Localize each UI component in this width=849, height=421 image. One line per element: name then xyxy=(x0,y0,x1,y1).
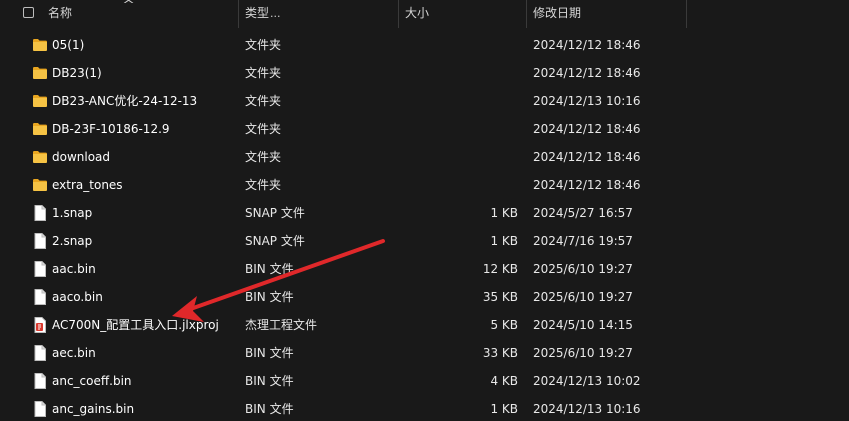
file-date-modified: 2024/12/12 18:46 xyxy=(533,178,641,192)
file-icon xyxy=(33,345,47,364)
file-type: BIN 文件 xyxy=(245,374,294,388)
file-name: AC700N_配置工具入口.jlxproj xyxy=(52,318,219,332)
file-icon xyxy=(33,261,47,280)
file-date-modified: 2024/12/13 10:02 xyxy=(533,374,641,388)
file-name: 1.snap xyxy=(52,206,93,220)
file-date-modified: 2024/5/27 16:57 xyxy=(533,206,633,220)
file-date-modified: 2024/12/12 18:46 xyxy=(533,122,641,136)
select-all-checkbox[interactable] xyxy=(23,7,34,18)
file-icon xyxy=(33,233,47,252)
file-row[interactable]: extra_tones 文件夹 2024/12/12 18:46 xyxy=(0,171,849,199)
file-size: 12 KB xyxy=(482,262,518,276)
folder-icon xyxy=(32,66,48,83)
file-name: aac.bin xyxy=(52,262,96,276)
file-row[interactable]: DB-23F-10186-12.9 文件夹 2024/12/12 18:46 xyxy=(0,115,849,143)
file-row[interactable]: AC700N_配置工具入口.jlxproj 杰理工程文件 5 KB 2024/5/10… xyxy=(0,311,849,339)
file-size: 5 KB xyxy=(490,318,518,332)
file-type: 文件夹 xyxy=(245,66,282,80)
file-row[interactable]: DB23(1) 文件夹 2024/12/12 18:46 xyxy=(0,59,849,87)
folder-icon xyxy=(32,94,48,111)
column-header-bar: 名称 ^ 类型 ... 大小 修改日期 xyxy=(0,0,849,28)
file-row[interactable]: 2.snap SNAP 文件 1 KB 2024/7/16 19:57 xyxy=(0,227,849,255)
column-divider[interactable] xyxy=(686,0,687,28)
file-date-modified: 2024/12/13 10:16 xyxy=(533,94,641,108)
file-name: 05(1) xyxy=(52,38,85,52)
column-header-name[interactable]: 名称 xyxy=(48,0,72,28)
project-file-icon xyxy=(33,317,47,336)
file-date-modified: 2025/6/10 19:27 xyxy=(533,290,633,304)
column-header-size[interactable]: 大小 xyxy=(405,0,429,28)
file-size: 1 KB xyxy=(490,402,518,416)
folder-icon xyxy=(32,122,48,139)
column-header-type[interactable]: 类型 xyxy=(245,0,269,28)
file-row[interactable]: 05(1) 文件夹 2024/12/12 18:46 xyxy=(0,31,849,59)
file-date-modified: 2025/6/10 19:27 xyxy=(533,346,633,360)
file-type: BIN 文件 xyxy=(245,262,294,276)
file-date-modified: 2024/5/10 14:15 xyxy=(533,318,633,332)
file-date-modified: 2024/12/12 18:46 xyxy=(533,38,641,52)
file-type: BIN 文件 xyxy=(245,290,294,304)
file-row[interactable]: DB23-ANC优化-24-12-13 文件夹 2024/12/13 10:16 xyxy=(0,87,849,115)
file-date-modified: 2025/6/10 19:27 xyxy=(533,262,633,276)
file-type: 文件夹 xyxy=(245,122,282,136)
file-name: DB23(1) xyxy=(52,66,102,80)
file-type: SNAP 文件 xyxy=(245,206,305,220)
file-name: download xyxy=(52,150,111,164)
file-name: aec.bin xyxy=(52,346,96,360)
file-row[interactable]: download 文件夹 2024/12/12 18:46 xyxy=(0,143,849,171)
file-list: 05(1) 文件夹 2024/12/12 18:46 DB23(1) 文件夹 2024/1… xyxy=(0,31,849,421)
file-icon xyxy=(33,401,47,420)
file-name: DB-23F-10186-12.9 xyxy=(52,122,170,136)
file-row[interactable]: aaco.bin BIN 文件 35 KB 2025/6/10 19:27 xyxy=(0,283,849,311)
file-size: 35 KB xyxy=(482,290,518,304)
file-name: anc_gains.bin xyxy=(52,402,135,416)
file-type: BIN 文件 xyxy=(245,346,294,360)
file-row[interactable]: anc_coeff.bin BIN 文件 4 KB 2024/12/13 10:02 xyxy=(0,367,849,395)
file-name: extra_tones xyxy=(52,178,123,192)
folder-icon xyxy=(32,38,48,55)
file-name: anc_coeff.bin xyxy=(52,374,132,388)
file-icon xyxy=(33,205,47,224)
column-divider[interactable] xyxy=(398,0,399,28)
file-explorer-list-view: 名称 ^ 类型 ... 大小 修改日期 05(1) 文件夹 2024/12/12 1… xyxy=(0,0,849,421)
file-name: aaco.bin xyxy=(52,290,103,304)
folder-icon xyxy=(32,178,48,195)
file-date-modified: 2024/12/13 10:16 xyxy=(533,402,641,416)
file-icon xyxy=(33,373,47,392)
file-type: 文件夹 xyxy=(245,38,282,52)
file-type: 杰理工程文件 xyxy=(245,318,318,332)
folder-icon xyxy=(32,150,48,167)
sort-ascending-icon: ^ xyxy=(122,0,136,11)
file-size: 1 KB xyxy=(490,234,518,248)
file-row[interactable]: 1.snap SNAP 文件 1 KB 2024/5/27 16:57 xyxy=(0,199,849,227)
column-header-type-ellipsis: ... xyxy=(270,7,281,20)
file-type: BIN 文件 xyxy=(245,402,294,416)
file-date-modified: 2024/12/12 18:46 xyxy=(533,66,641,80)
file-type: SNAP 文件 xyxy=(245,234,305,248)
file-row[interactable]: aec.bin BIN 文件 33 KB 2025/6/10 19:27 xyxy=(0,339,849,367)
column-divider[interactable] xyxy=(526,0,527,28)
file-size: 33 KB xyxy=(482,346,518,360)
file-name: DB23-ANC优化-24-12-13 xyxy=(52,94,198,108)
column-header-date-modified[interactable]: 修改日期 xyxy=(533,0,581,28)
file-type: 文件夹 xyxy=(245,150,282,164)
file-type: 文件夹 xyxy=(245,178,282,192)
file-size: 1 KB xyxy=(490,206,518,220)
file-name: 2.snap xyxy=(52,234,93,248)
column-divider[interactable] xyxy=(238,0,239,28)
file-size: 4 KB xyxy=(490,374,518,388)
file-row[interactable]: anc_gains.bin BIN 文件 1 KB 2024/12/13 10:16 xyxy=(0,395,849,421)
file-type: 文件夹 xyxy=(245,94,282,108)
file-date-modified: 2024/7/16 19:57 xyxy=(533,234,633,248)
file-row[interactable]: aac.bin BIN 文件 12 KB 2025/6/10 19:27 xyxy=(0,255,849,283)
file-date-modified: 2024/12/12 18:46 xyxy=(533,150,641,164)
file-icon xyxy=(33,289,47,308)
